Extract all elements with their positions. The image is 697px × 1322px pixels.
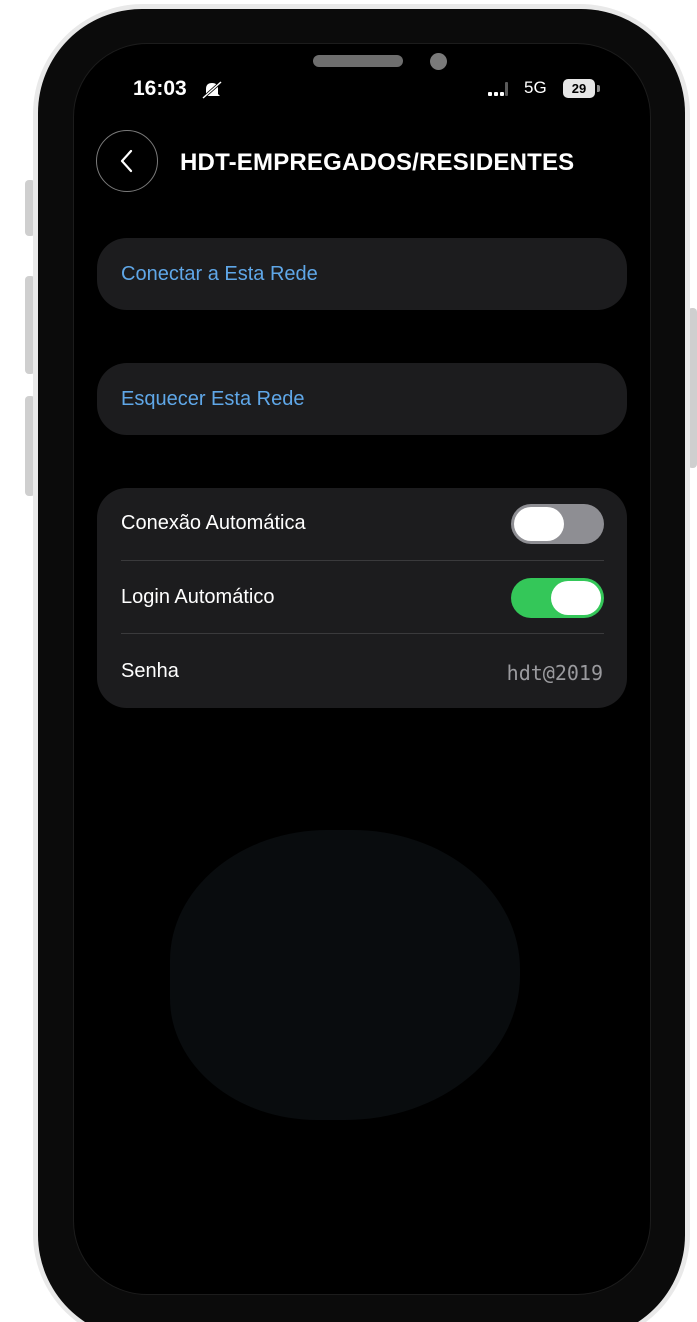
background-watermark xyxy=(170,830,520,1120)
network-type: 5G xyxy=(524,78,547,97)
toggle-knob xyxy=(551,581,601,615)
password-label: Senha xyxy=(121,660,179,682)
divider xyxy=(121,633,604,634)
auto-connect-label: Conexão Automática xyxy=(121,512,306,534)
forget-network-label: Esquecer Esta Rede xyxy=(121,388,305,410)
auto-login-toggle[interactable] xyxy=(511,578,604,618)
battery-level: 29 xyxy=(563,79,595,98)
divider xyxy=(121,560,604,561)
battery-tip xyxy=(597,85,600,92)
connect-network-button[interactable]: Conectar a Esta Rede xyxy=(97,238,627,310)
password-row[interactable]: Senha hdt@2019 xyxy=(97,636,627,708)
speaker-grille xyxy=(313,55,403,67)
notch xyxy=(196,44,527,90)
phone-mockup: 16:03 5G 29 HDT-EMPREGADOS/RESIDENTES Co… xyxy=(0,0,697,1322)
page-title: HDT-EMPREGADOS/RESIDENTES xyxy=(180,149,575,176)
back-button[interactable] xyxy=(96,130,158,192)
status-time: 16:03 xyxy=(133,77,187,100)
battery-icon: 29 xyxy=(563,79,600,98)
front-camera xyxy=(430,53,447,70)
toggle-knob xyxy=(514,507,564,541)
cellular-signal-icon xyxy=(488,82,508,96)
auto-login-row: Login Automático xyxy=(97,562,627,634)
auto-connect-toggle[interactable] xyxy=(511,504,604,544)
auto-connect-row: Conexão Automática xyxy=(97,488,627,560)
auto-login-label: Login Automático xyxy=(121,586,275,608)
connect-network-label: Conectar a Esta Rede xyxy=(121,263,318,285)
network-settings-group: Conexão Automática Login Automático Senh… xyxy=(97,488,627,708)
chevron-left-icon xyxy=(120,149,133,173)
password-value: hdt@2019 xyxy=(506,661,603,685)
forget-network-button[interactable]: Esquecer Esta Rede xyxy=(97,363,627,435)
bell-slash-icon xyxy=(202,80,222,100)
